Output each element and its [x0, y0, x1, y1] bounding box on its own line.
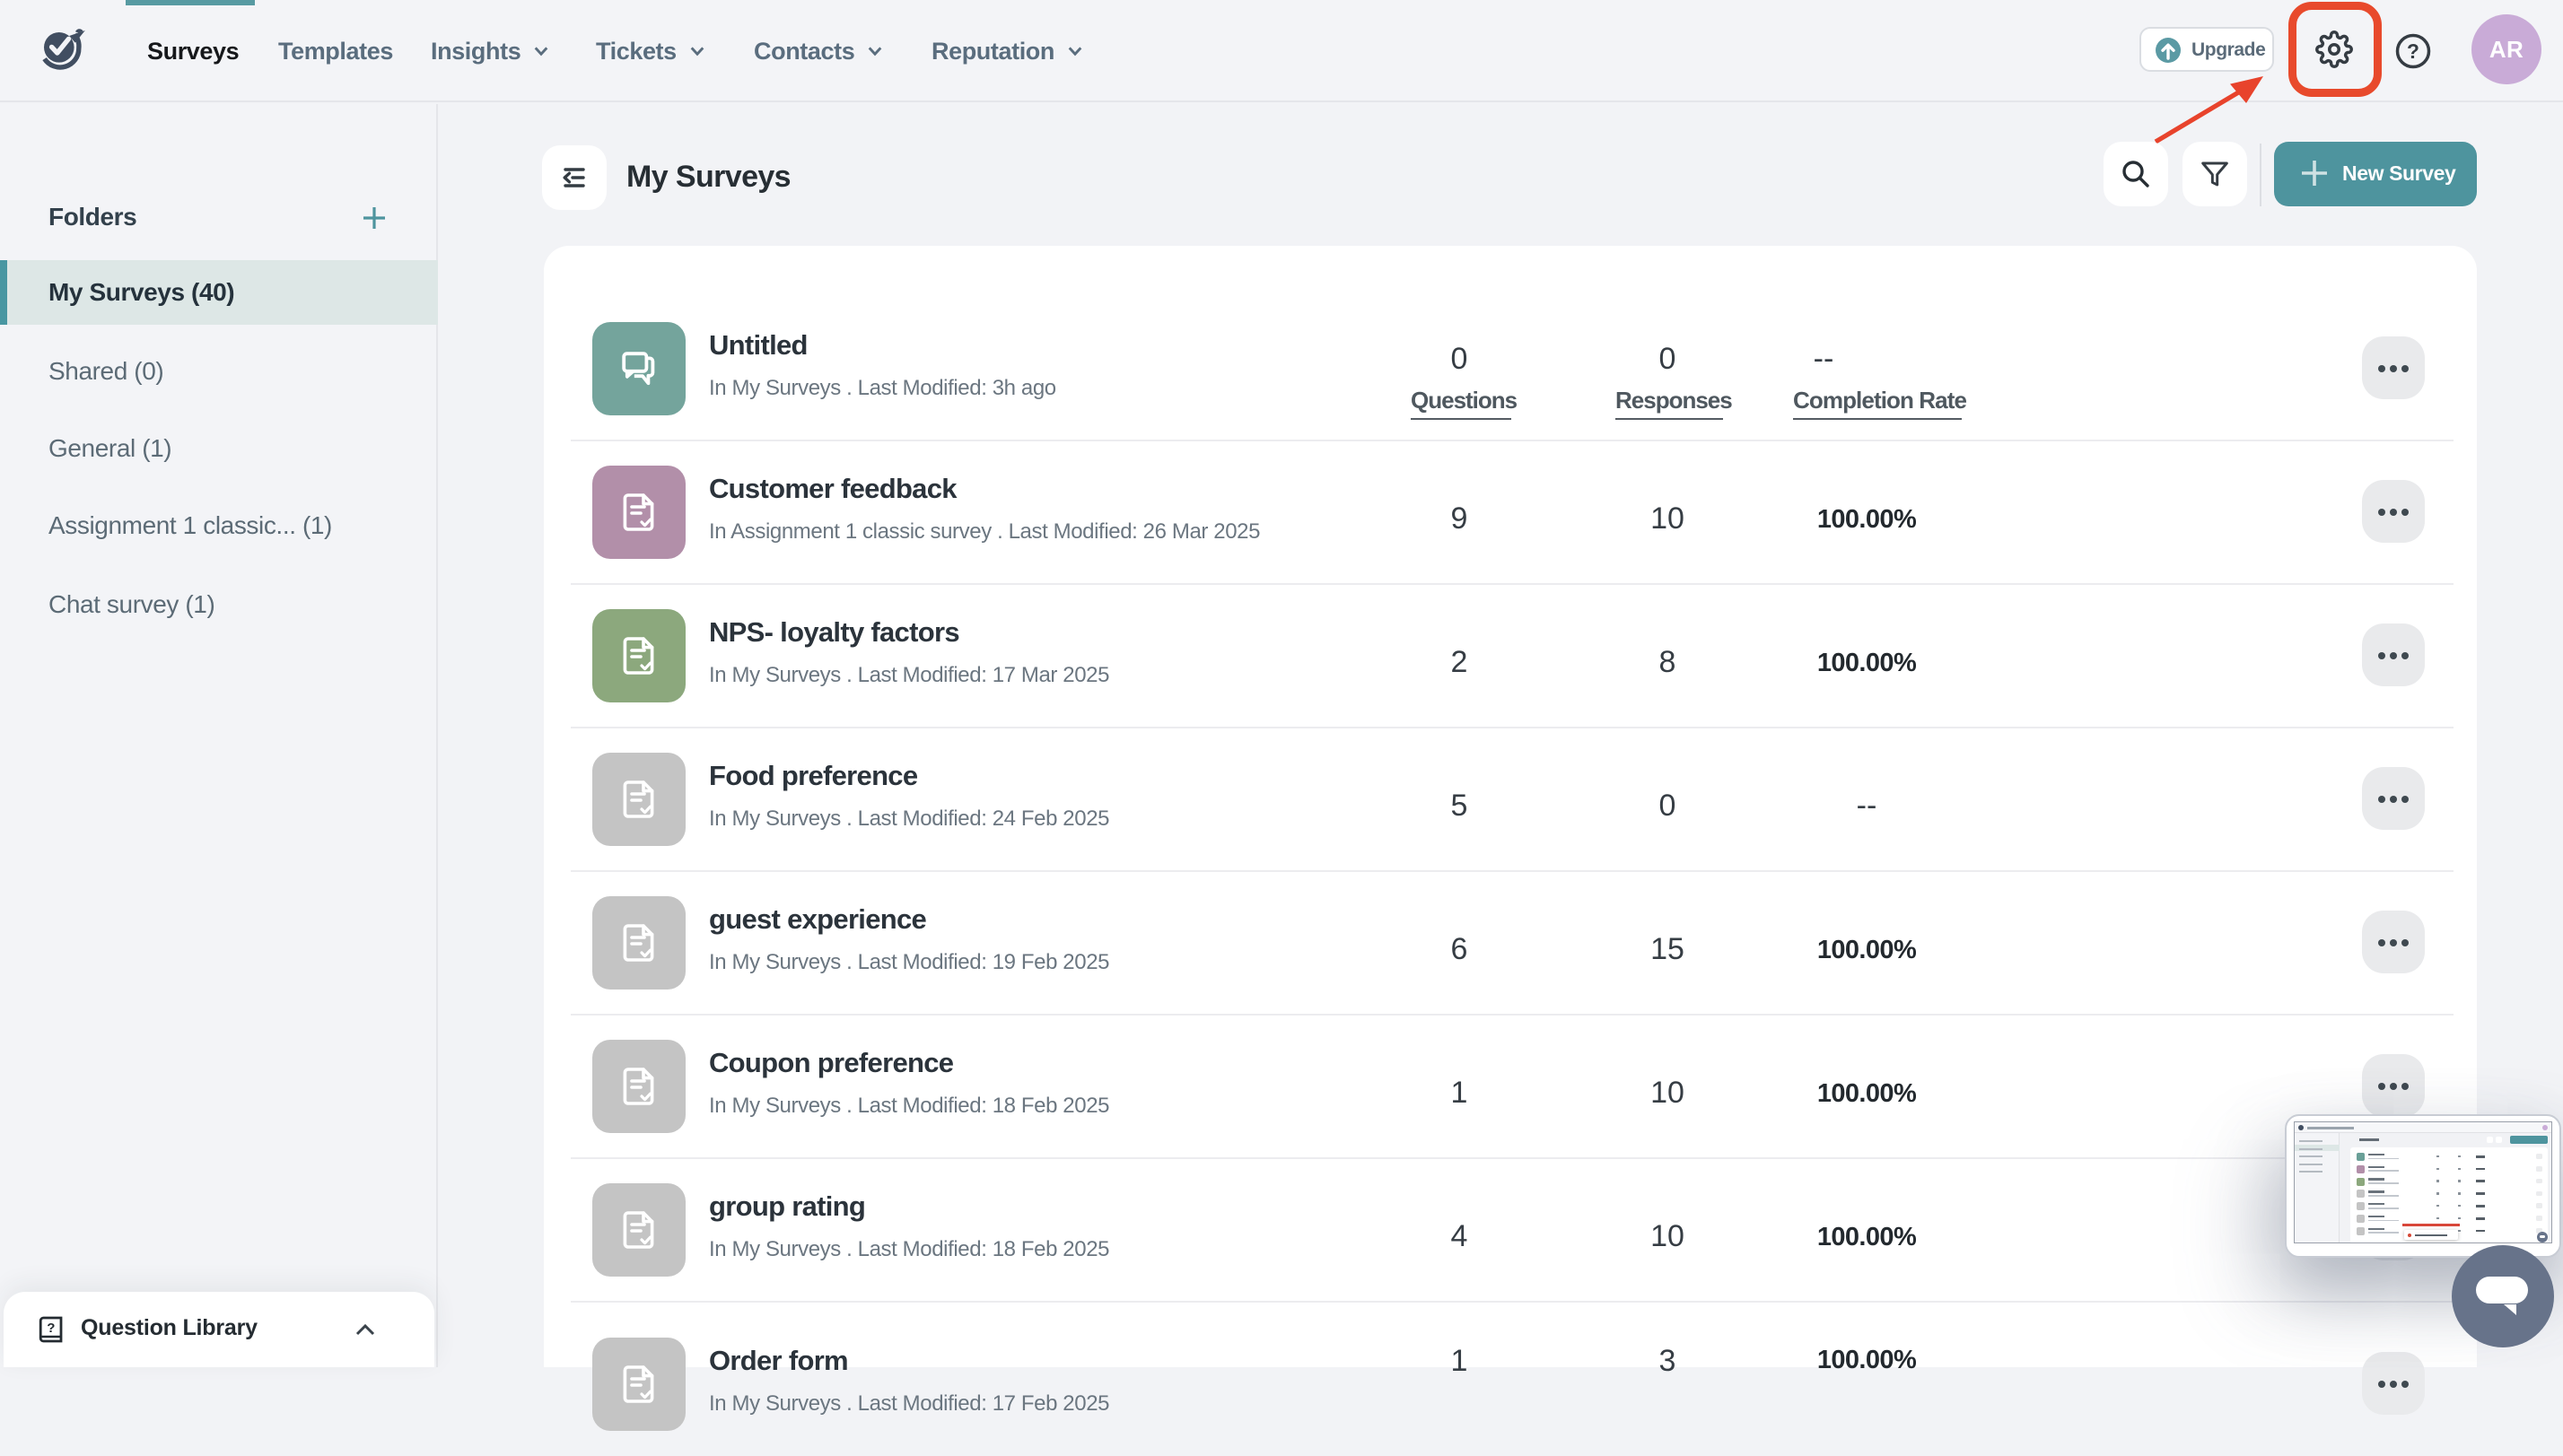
svg-text:?: ? [2407, 39, 2419, 63]
svg-text:?: ? [47, 1321, 55, 1336]
